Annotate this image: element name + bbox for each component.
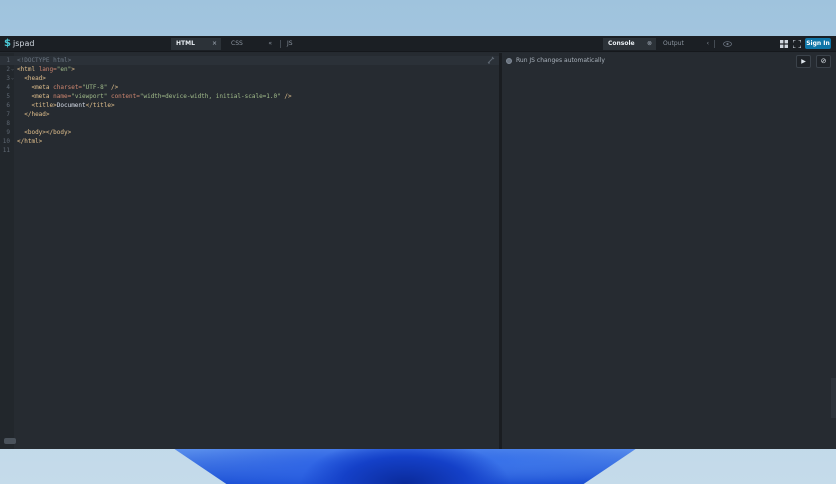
- line-number: 7: [6, 111, 10, 118]
- tab-label: CSS: [231, 40, 243, 47]
- code-line[interactable]: 8: [0, 119, 499, 128]
- collapse-icon[interactable]: «: [268, 38, 272, 50]
- grid-icon[interactable]: [778, 38, 790, 50]
- chevron-left-icon[interactable]: ‹: [707, 38, 709, 50]
- code-line[interactable]: 5 <meta name="viewport" content="width=d…: [0, 92, 499, 101]
- tab-console[interactable]: Console ⊗: [603, 38, 656, 50]
- code-line[interactable]: 6 <title>Document</title>: [0, 101, 499, 110]
- logo[interactable]: $ jspad: [4, 38, 34, 50]
- code-text: <meta name="viewport" content="width=dev…: [31, 93, 292, 100]
- tab-label: Console: [608, 40, 635, 47]
- code-text: <meta charset="UTF-8" />: [31, 84, 119, 91]
- scrollbar[interactable]: [831, 378, 836, 418]
- tab-label: Output: [663, 40, 684, 47]
- code-line[interactable]: 1 <!DOCTYPE html>: [0, 56, 499, 65]
- code-text: <body></body>: [24, 129, 72, 136]
- code-text: </html>: [17, 138, 43, 145]
- code-line[interactable]: 2 ⌄ <html lang="en">: [0, 65, 499, 74]
- line-number: 4: [6, 84, 10, 91]
- autorun-toggle[interactable]: Run JS changes automatically: [506, 56, 605, 65]
- code-text: <html lang="en">: [17, 66, 75, 73]
- close-icon[interactable]: ×: [212, 38, 217, 50]
- desktop-wallpaper: [170, 446, 640, 484]
- tab-label: JS: [287, 40, 293, 47]
- code-line[interactable]: 9 <body></body>: [0, 128, 499, 137]
- console-pane: Run JS changes automatically ▶ ⊘: [502, 53, 836, 449]
- tab-label: HTML: [176, 40, 195, 47]
- logo-icon: $: [4, 38, 11, 49]
- tab-js[interactable]: JS: [282, 38, 332, 50]
- tab-output[interactable]: Output ‹: [658, 38, 713, 50]
- html-editor[interactable]: 1 <!DOCTYPE html> 2 ⌄ <html lang="en"> 3 ⌄ <he…: [0, 53, 499, 449]
- format-icon[interactable]: [487, 56, 495, 64]
- autorun-label: Run JS changes automatically: [516, 57, 605, 64]
- clear-icon: ⊘: [820, 57, 827, 65]
- line-number: 6: [6, 102, 10, 109]
- fullscreen-icon[interactable]: [791, 38, 803, 50]
- eye-icon[interactable]: [721, 38, 733, 50]
- keyboard-icon[interactable]: [4, 438, 16, 444]
- code-line[interactable]: 4 <meta charset="UTF-8" />: [0, 83, 499, 92]
- line-number: 3: [6, 75, 10, 82]
- line-number: 8: [6, 120, 10, 127]
- tab-css[interactable]: CSS «: [226, 38, 276, 50]
- line-number: 10: [2, 138, 10, 145]
- app-window: $ jspad HTML × CSS « JS Console ⊗ Output…: [0, 36, 836, 449]
- code-text: <title>Document</title>: [31, 102, 115, 109]
- code-text: <head>: [24, 75, 46, 82]
- code-text: <!DOCTYPE html>: [17, 57, 72, 64]
- code-text: </head>: [24, 111, 50, 118]
- sign-in-button[interactable]: Sign In: [805, 38, 831, 49]
- line-number: 9: [6, 129, 10, 136]
- run-button[interactable]: ▶: [796, 55, 811, 68]
- fold-icon[interactable]: ⌄: [11, 74, 14, 83]
- autorun-radio[interactable]: [506, 57, 512, 64]
- line-number: 1: [6, 57, 10, 64]
- code-line[interactable]: 11: [0, 146, 499, 155]
- play-icon: ▶: [801, 58, 806, 65]
- code-line[interactable]: 7 </head>: [0, 110, 499, 119]
- clear-console-button[interactable]: ⊘: [816, 55, 831, 68]
- code-line[interactable]: 10 </html>: [0, 137, 499, 146]
- tab-html[interactable]: HTML ×: [171, 38, 221, 50]
- line-number: 5: [6, 93, 10, 100]
- top-bar: $ jspad HTML × CSS « JS Console ⊗ Output…: [0, 36, 836, 52]
- tab-divider: [714, 40, 715, 48]
- line-number: 2: [6, 66, 10, 73]
- line-number: 11: [2, 147, 10, 154]
- tab-divider: [280, 40, 281, 48]
- console-close-icon[interactable]: ⊗: [647, 38, 652, 50]
- logo-text: jspad: [12, 39, 35, 48]
- fold-icon[interactable]: ⌄: [11, 65, 14, 74]
- code-line[interactable]: 3 ⌄ <head>: [0, 74, 499, 83]
